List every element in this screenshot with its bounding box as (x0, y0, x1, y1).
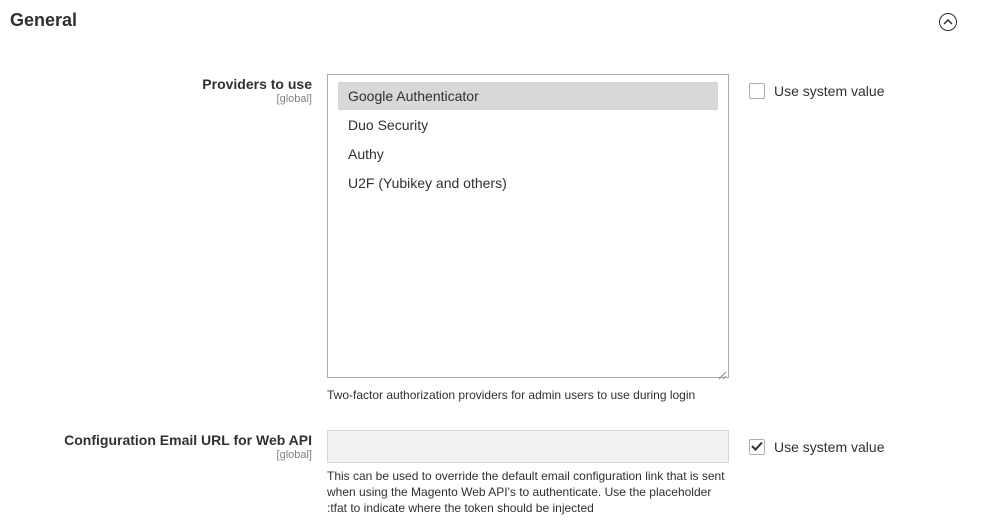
webapi-use-system-value-label[interactable]: Use system value (774, 439, 884, 455)
webapi-email-url-input[interactable] (327, 430, 729, 463)
providers-use-system-value-checkbox[interactable] (749, 83, 765, 99)
webapi-use-system-value-checkbox[interactable] (749, 439, 765, 455)
webapi-use-system-value[interactable]: Use system value (749, 439, 884, 455)
providers-field-label: Providers to use (202, 76, 312, 92)
collapse-section-button[interactable] (939, 13, 957, 31)
providers-use-system-value[interactable]: Use system value (749, 83, 884, 99)
providers-note: Two-factor authorization providers for a… (327, 388, 696, 402)
webapi-field-label: Configuration Email URL for Web API (64, 432, 312, 448)
provider-option-duo-security[interactable]: Duo Security (338, 111, 718, 139)
chevron-up-circle-icon (943, 19, 953, 25)
checkmark-icon (751, 438, 763, 456)
provider-option-google-authenticator[interactable]: Google Authenticator (338, 82, 718, 110)
providers-multiselect[interactable]: Google Authenticator Duo Security Authy … (327, 74, 729, 380)
webapi-note: This can be used to override the default… (327, 469, 725, 515)
provider-option-u2f[interactable]: U2F (Yubikey and others) (338, 169, 718, 197)
webapi-scope-label: [global] (276, 449, 312, 461)
provider-option-authy[interactable]: Authy (338, 140, 718, 168)
resize-grip-icon[interactable] (718, 367, 727, 380)
section-title: General (10, 10, 78, 30)
providers-use-system-value-label[interactable]: Use system value (774, 83, 884, 99)
providers-scope-label: [global] (276, 93, 312, 105)
